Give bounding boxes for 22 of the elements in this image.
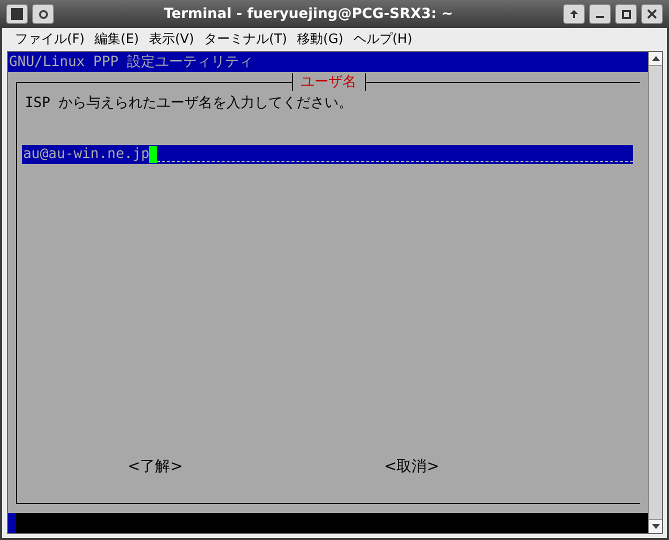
cancel-button[interactable]: <取消> [384,454,440,477]
menu-item[interactable]: 表示(V) [146,30,198,50]
menu-item[interactable]: ヘルプ(H) [350,30,416,50]
menu-item[interactable]: ターミナル(T) [201,30,290,50]
text-cursor [149,146,158,163]
prompt-text: ISP から与えられたユーザ名を入力してください。 [25,94,354,113]
window-title: Terminal - fueryuejing@PCG-SRX3: ~ [164,4,454,24]
menu-item[interactable]: 編集(E) [92,30,142,50]
minimize-icon[interactable] [589,4,611,24]
dialog-title: ユーザ名 [292,73,366,91]
username-field[interactable]: au@au-win.ne.jp [22,145,633,164]
ok-button[interactable]: <了解> [128,454,183,477]
terminal-header: GNU/Linux PPP 設定ユーティリティ [8,52,648,72]
scroll-up-icon[interactable] [649,52,662,66]
app-menu-icon[interactable] [6,4,28,24]
maximize-icon[interactable] [615,4,637,24]
terminal-cursor [8,513,16,533]
menu-item[interactable]: 移動(G) [294,30,346,50]
sticky-button[interactable] [32,4,54,24]
close-icon[interactable] [641,4,663,24]
scroll-down-icon[interactable] [649,519,662,533]
menu-item[interactable]: ファイル(F) [12,30,88,50]
